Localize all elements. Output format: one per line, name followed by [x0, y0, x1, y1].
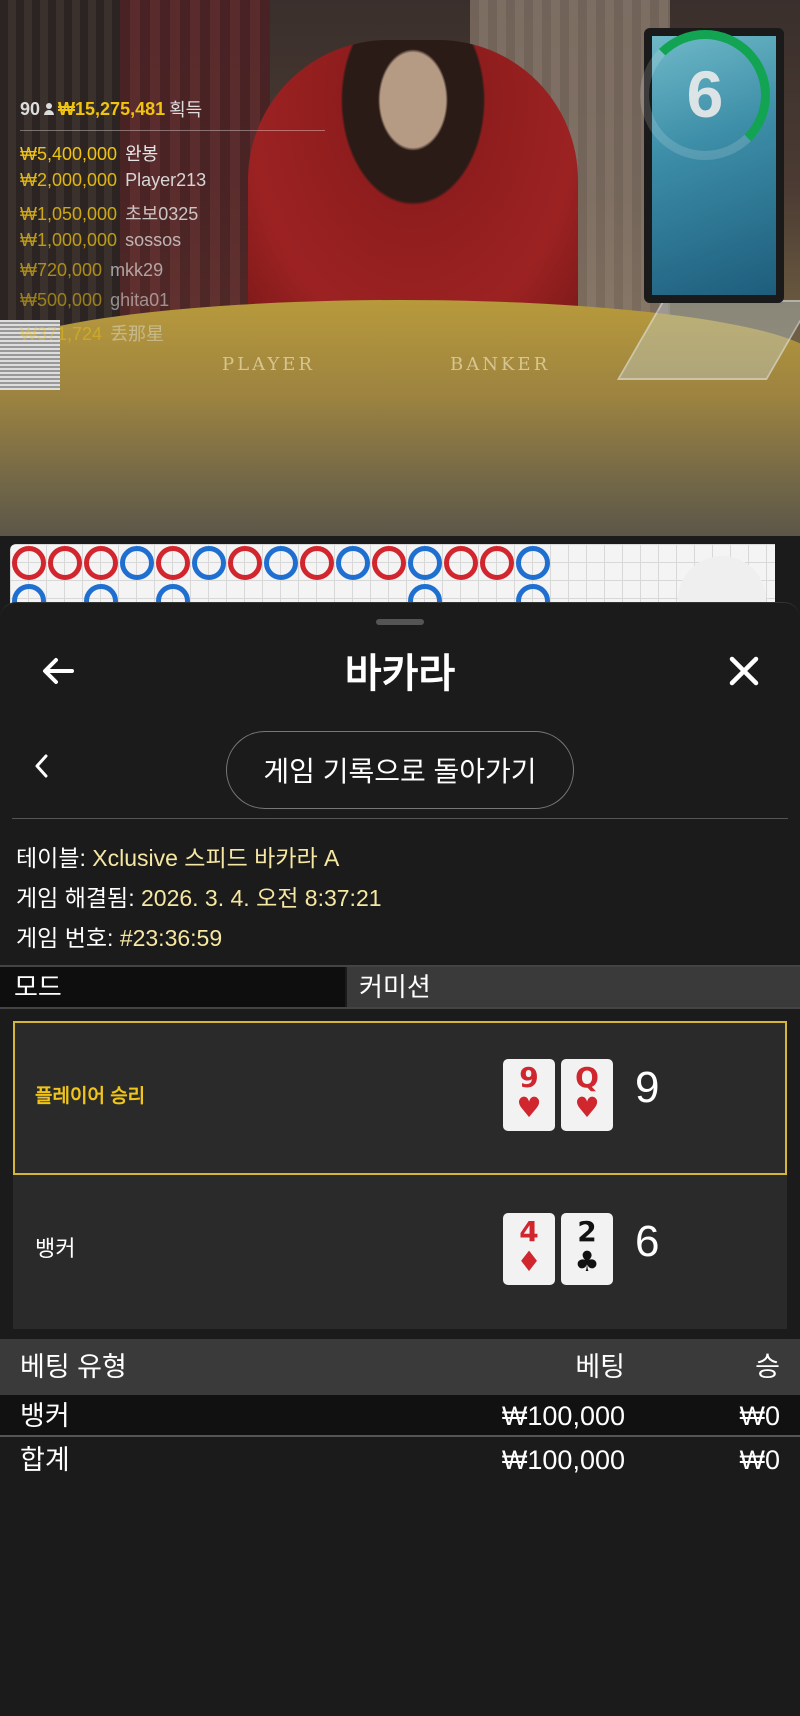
- bead-banker: [48, 546, 82, 580]
- table-row: 뱅커 ₩100,000 ₩0: [0, 1395, 800, 1437]
- total-bet: ₩100,000: [501, 1445, 625, 1475]
- winner-amount: ₩500,000: [20, 290, 103, 310]
- bead-road[interactable]: [10, 544, 775, 618]
- winner-amount: ₩1,000,000: [20, 230, 118, 250]
- mode-value: 커미션: [347, 967, 800, 1007]
- bead-banker: [12, 546, 46, 580]
- info-resolved-value: 2026. 3. 4. 오전 8:37:21: [140, 885, 382, 911]
- winners-total: ₩15,275,481: [58, 98, 166, 119]
- winner-amount: ₩720,000: [20, 260, 103, 280]
- winner-name: 丢那星: [110, 324, 165, 344]
- info-number: 게임 번호: #23:36:59: [16, 919, 222, 953]
- result-player: 플레이어 승리 9 ♥ Q ♥ 9: [13, 1021, 787, 1175]
- bead-player: [336, 546, 370, 580]
- bead-banker: [444, 546, 478, 580]
- bead-banker: [372, 546, 406, 580]
- table-label-banker: BANKER: [450, 354, 551, 375]
- winner-row: ₩720,000 mkk29: [20, 260, 325, 281]
- winner-row: ₩500,000 ghita01: [20, 290, 325, 311]
- winner-name: mkk29: [110, 260, 164, 280]
- winner-name: 완봉: [125, 144, 159, 164]
- playing-card: 2 ♣: [561, 1213, 613, 1285]
- mode-label: 모드: [0, 967, 345, 1007]
- close-icon[interactable]: [724, 651, 764, 691]
- winner-row: ₩5,400,000 완봉: [20, 140, 325, 164]
- playing-card: 4 ♦: [503, 1213, 555, 1285]
- bets-header-type: 베팅 유형: [20, 1352, 127, 1382]
- info-table-value: Xclusive 스피드 바카라 A: [92, 845, 340, 871]
- winner-name: 초보0325: [125, 204, 199, 224]
- winners-summary: 90 ₩15,275,481 획득: [20, 96, 325, 131]
- bead-banker: [480, 546, 514, 580]
- bead-player: [120, 546, 154, 580]
- bet-amount: ₩100,000: [501, 1401, 625, 1431]
- info-table-label: 테이블:: [16, 845, 86, 871]
- bets-header-bet: 베팅: [575, 1352, 625, 1382]
- winner-row: ₩1,000,000 sossos: [20, 230, 325, 251]
- total-win: ₩0: [739, 1445, 781, 1475]
- bead-player: [516, 546, 550, 580]
- info-resolved: 게임 해결됨: 2026. 3. 4. 오전 8:37:21: [16, 879, 382, 913]
- total-label: 합계: [20, 1445, 70, 1475]
- winner-amount: ₩5,400,000: [20, 144, 118, 164]
- bead-banker: [300, 546, 334, 580]
- info-number-value: #23:36:59: [119, 925, 223, 951]
- player-score: 9: [635, 1063, 660, 1112]
- playing-card: 9 ♥: [503, 1059, 555, 1131]
- bet-type: 뱅커: [20, 1401, 70, 1431]
- winners-total-label: 획득: [169, 100, 203, 120]
- divider: [12, 818, 788, 819]
- bead-player: [264, 546, 298, 580]
- bead-banker: [84, 546, 118, 580]
- winner-name: Player213: [125, 170, 207, 190]
- bets-header-win: 승: [755, 1352, 780, 1382]
- bead-banker: [228, 546, 262, 580]
- winners-list: 90 ₩15,275,481 획득 ₩5,400,000 완봉 ₩2,000,000…: [20, 96, 325, 344]
- back-to-history-button[interactable]: 게임 기록으로 돌아가기: [226, 731, 574, 809]
- table-label-player: PLAYER: [222, 354, 315, 375]
- bead-banker: [156, 546, 190, 580]
- sheet-grabber[interactable]: [376, 619, 424, 625]
- winner-row: ₩371,724 丢那星: [20, 320, 325, 344]
- total-row: 합계 ₩100,000 ₩0: [0, 1439, 800, 1481]
- winner-amount: ₩371,724: [20, 324, 103, 344]
- winner-name: sossos: [125, 230, 182, 250]
- winner-row: ₩1,050,000 초보0325: [20, 200, 325, 224]
- banker-score: 6: [635, 1217, 660, 1266]
- bet-win: ₩0: [739, 1401, 781, 1431]
- info-table: 테이블: Xclusive 스피드 바카라 A: [16, 839, 339, 873]
- playing-card: Q ♥: [561, 1059, 613, 1131]
- result-player-label: 플레이어 승리: [35, 1086, 146, 1107]
- winners-count: 90: [20, 98, 41, 119]
- result-banker: 뱅커 4 ♦ 2 ♣ 6: [13, 1175, 787, 1329]
- bead-player: [192, 546, 226, 580]
- winner-amount: ₩2,000,000: [20, 170, 118, 190]
- game-history-sheet: 바카라 게임 기록으로 돌아가기 테이블: Xclusive 스피드 바카라 A…: [0, 602, 800, 1716]
- bead-player: [408, 546, 442, 580]
- result-banker-label: 뱅커: [35, 1236, 76, 1261]
- winner-amount: ₩1,050,000: [20, 204, 118, 224]
- winner-name: ghita01: [110, 290, 170, 310]
- winner-row: ₩2,000,000 Player213: [20, 170, 325, 191]
- countdown-timer: 6: [686, 57, 724, 131]
- chevron-left-icon[interactable]: [30, 751, 54, 781]
- mode-row: 모드 커미션: [0, 965, 800, 1009]
- sheet-title: 바카라: [344, 652, 456, 696]
- info-number-label: 게임 번호:: [16, 925, 114, 951]
- person-icon: [44, 103, 55, 115]
- live-video: PLAYER BANKER 6 90 ₩15,275,481 획득 ₩5,400…: [0, 0, 800, 536]
- bets-header: 베팅 유형 베팅 승: [0, 1339, 800, 1395]
- info-resolved-label: 게임 해결됨:: [16, 885, 135, 911]
